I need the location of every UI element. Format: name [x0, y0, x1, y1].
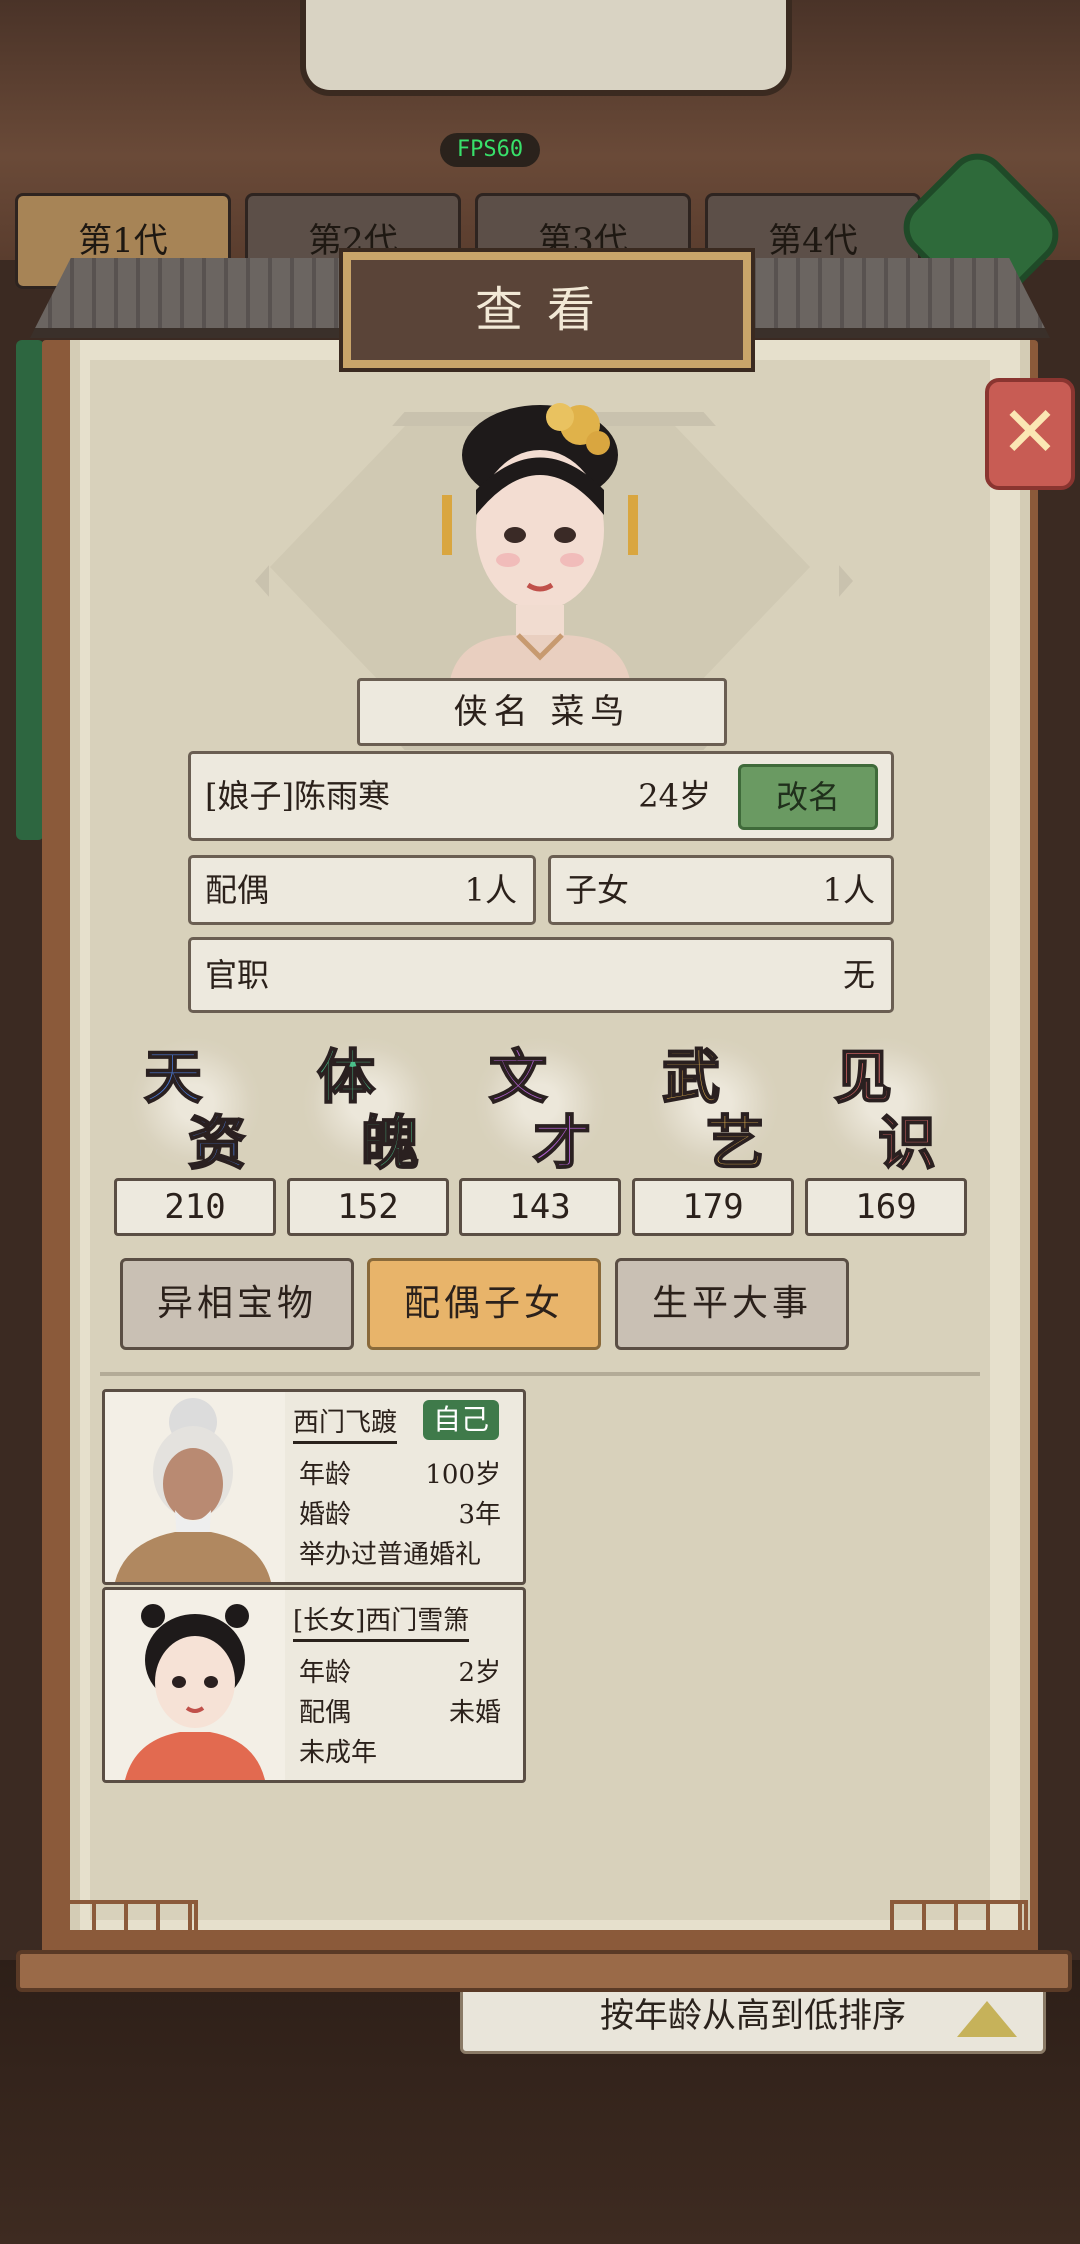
divider	[100, 1372, 980, 1376]
child-portrait	[105, 1590, 285, 1780]
family-member-name: [长女]西门雪箫	[293, 1600, 470, 1642]
character-title-name: 侠名 菜鸟	[357, 678, 727, 746]
tab-life-events[interactable]: 生平大事	[615, 1258, 849, 1350]
fps-counter: FPS60	[440, 133, 540, 167]
children-row: 子女 1人	[548, 855, 894, 925]
character-portrait	[442, 403, 638, 680]
office-value: 无	[842, 956, 875, 994]
age-label: 年龄	[299, 1658, 352, 1688]
spouse-row: 配偶 1人	[188, 855, 536, 925]
triangle-up-icon	[957, 2001, 1017, 2037]
age-label: 年龄	[299, 1460, 352, 1490]
stat-physique-value: 152	[287, 1178, 449, 1236]
children-count: 1人	[822, 871, 875, 909]
stat-talent-value: 210	[114, 1178, 276, 1236]
scroll-base	[16, 1950, 1072, 1992]
stat-literary-icon: 文 才	[475, 1030, 605, 1178]
stat-martial-icon: 武 艺	[648, 1030, 778, 1178]
tab-treasures[interactable]: 异相宝物	[120, 1258, 354, 1350]
office-row: 官职 无	[188, 937, 894, 1013]
stat-literary-value: 143	[459, 1178, 621, 1236]
close-icon[interactable]: ✕	[985, 378, 1075, 490]
family-card-daughter[interactable]: [长女]西门雪箫 年龄 2岁 配偶 未婚 未成年	[102, 1587, 526, 1783]
spouse-label: 配偶	[205, 871, 270, 909]
marriage-years-value: 3年	[458, 1500, 501, 1530]
self-badge: 自己	[423, 1400, 499, 1440]
background-painting	[300, 0, 792, 96]
spouse-count: 1人	[464, 871, 517, 909]
children-label: 子女	[565, 871, 630, 909]
wedding-note: 举办过普通婚礼	[299, 1540, 482, 1570]
sort-label: 按年龄从高到低排序	[600, 1996, 906, 2036]
spouse-status-label: 配偶	[299, 1698, 352, 1728]
stat-knowledge-icon: 见 识	[820, 1030, 950, 1178]
family-member-name: 西门飞踱	[293, 1402, 398, 1444]
stat-physique-icon: 体 魄	[303, 1030, 433, 1178]
age-value: 100岁	[425, 1460, 501, 1490]
tab-spouse-children[interactable]: 配偶子女	[367, 1258, 601, 1350]
office-label: 官职	[205, 956, 270, 994]
stat-talent-icon: 天 资	[130, 1030, 260, 1178]
side-strip	[16, 340, 44, 840]
elder-portrait	[105, 1392, 285, 1582]
minor-note: 未成年	[299, 1738, 378, 1768]
stat-martial-value: 179	[632, 1178, 794, 1236]
family-card-self[interactable]: 西门飞踱 自己 年龄 100岁 婚龄 3年 举办过普通婚礼	[102, 1389, 526, 1585]
rename-button[interactable]: 改名	[738, 764, 878, 830]
marriage-years-label: 婚龄	[299, 1500, 352, 1530]
age-value: 2岁	[458, 1658, 501, 1688]
stat-knowledge-value: 169	[805, 1178, 967, 1236]
character-full-name: [娘子]陈雨寒	[205, 777, 390, 815]
dialog-title: 查看	[343, 252, 751, 368]
character-age: 24岁	[638, 777, 711, 815]
spouse-status-value: 未婚	[448, 1698, 501, 1728]
